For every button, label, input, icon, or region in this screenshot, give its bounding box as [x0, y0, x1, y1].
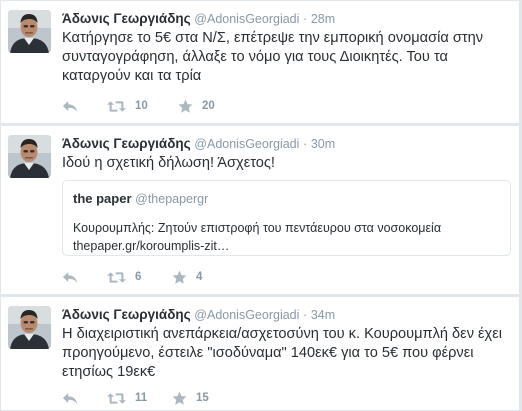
quoted-tweet-username[interactable]: @thepapergr [135, 192, 208, 206]
tweet-username[interactable]: @AdonisGeorgiadi [194, 12, 299, 26]
reply-icon [62, 271, 78, 284]
reply-button[interactable] [62, 389, 78, 407]
retweet-count: 10 [135, 100, 148, 112]
separator: · [303, 137, 308, 151]
tweet-fullname[interactable]: Άδωνις Γεωργιάδης [62, 307, 191, 322]
reply-button[interactable] [62, 97, 78, 115]
tweet-fullname[interactable]: Άδωνις Γεωργιάδης [62, 136, 191, 151]
tweet-fullname[interactable]: Άδωνις Γεωργιάδης [62, 11, 191, 26]
star-icon [178, 99, 193, 114]
tweet-timestamp[interactable]: 34m [311, 308, 335, 322]
retweet-count: 6 [135, 271, 142, 283]
tweet-timestamp[interactable]: 28m [311, 12, 335, 26]
favorite-button[interactable]: 20 [178, 97, 215, 115]
reply-icon [62, 392, 78, 405]
favorite-button[interactable]: 4 [172, 268, 202, 286]
favorite-count: 4 [196, 271, 203, 283]
retweet-count: 11 [135, 392, 148, 404]
favorite-count: 15 [196, 392, 209, 404]
quoted-tweet-fullname[interactable]: the paper [73, 191, 132, 206]
favorite-button[interactable]: 15 [172, 389, 209, 407]
avatar[interactable] [8, 10, 51, 53]
reply-button[interactable] [62, 268, 78, 286]
tweet[interactable]: Άδωνις Γεωργιάδης @AdonisGeorgiadi · 30m… [0, 125, 520, 295]
tweet[interactable]: Άδωνις Γεωργιάδης @AdonisGeorgiadi · 28m… [0, 0, 520, 124]
star-icon [172, 391, 187, 406]
quoted-tweet-card[interactable]: the paper @thepapergr Κουρουμπλής: Ζητού… [62, 180, 511, 256]
separator: · [303, 12, 308, 26]
retweet-icon [107, 271, 126, 284]
retweet-button[interactable]: 11 [107, 389, 147, 407]
avatar[interactable] [8, 135, 51, 178]
retweet-button[interactable]: 10 [107, 97, 148, 115]
tweet-text: Ιδού η σχετική δήλωση! Άσχετος! [62, 155, 275, 171]
retweet-icon [107, 392, 126, 405]
timeline: Άδωνις Γεωργιάδης @AdonisGeorgiadi · 28m… [0, 0, 522, 411]
tweet-header: Άδωνις Γεωργιάδης @AdonisGeorgiadi · 34m [62, 307, 335, 323]
favorite-count: 20 [202, 100, 215, 112]
retweet-button[interactable]: 6 [107, 268, 141, 286]
tweet-username[interactable]: @AdonisGeorgiadi [194, 137, 299, 151]
star-icon [172, 270, 187, 285]
tweet-username[interactable]: @AdonisGeorgiadi [194, 308, 299, 322]
quoted-tweet-text: Κουρουμπλής: Ζητούν επιστροφή του πεντάε… [73, 221, 442, 235]
reply-icon [62, 100, 78, 113]
quoted-tweet-header: the paper @thepapergr [73, 191, 208, 206]
tweet-text: Κατήργησε το 5€ στα Ν/Σ, επέτρεψε την εμ… [62, 30, 484, 84]
tweet-text: Η διαχειριστική ανεπάρκεια/ασχετοσύνη το… [62, 326, 502, 380]
separator: · [303, 308, 308, 322]
avatar[interactable] [8, 306, 51, 349]
tweet-header: Άδωνις Γεωργιάδης @AdonisGeorgiadi · 30m [62, 136, 335, 152]
tweet-timestamp[interactable]: 30m [311, 137, 335, 151]
tweet[interactable]: Άδωνις Γεωργιάδης @AdonisGeorgiadi · 34m… [0, 296, 520, 411]
tweet-header: Άδωνις Γεωργιάδης @AdonisGeorgiadi · 28m [62, 11, 335, 27]
quoted-tweet-link[interactable]: thepaper.gr/koroumplis-zit… [73, 237, 229, 255]
retweet-icon [107, 100, 126, 113]
